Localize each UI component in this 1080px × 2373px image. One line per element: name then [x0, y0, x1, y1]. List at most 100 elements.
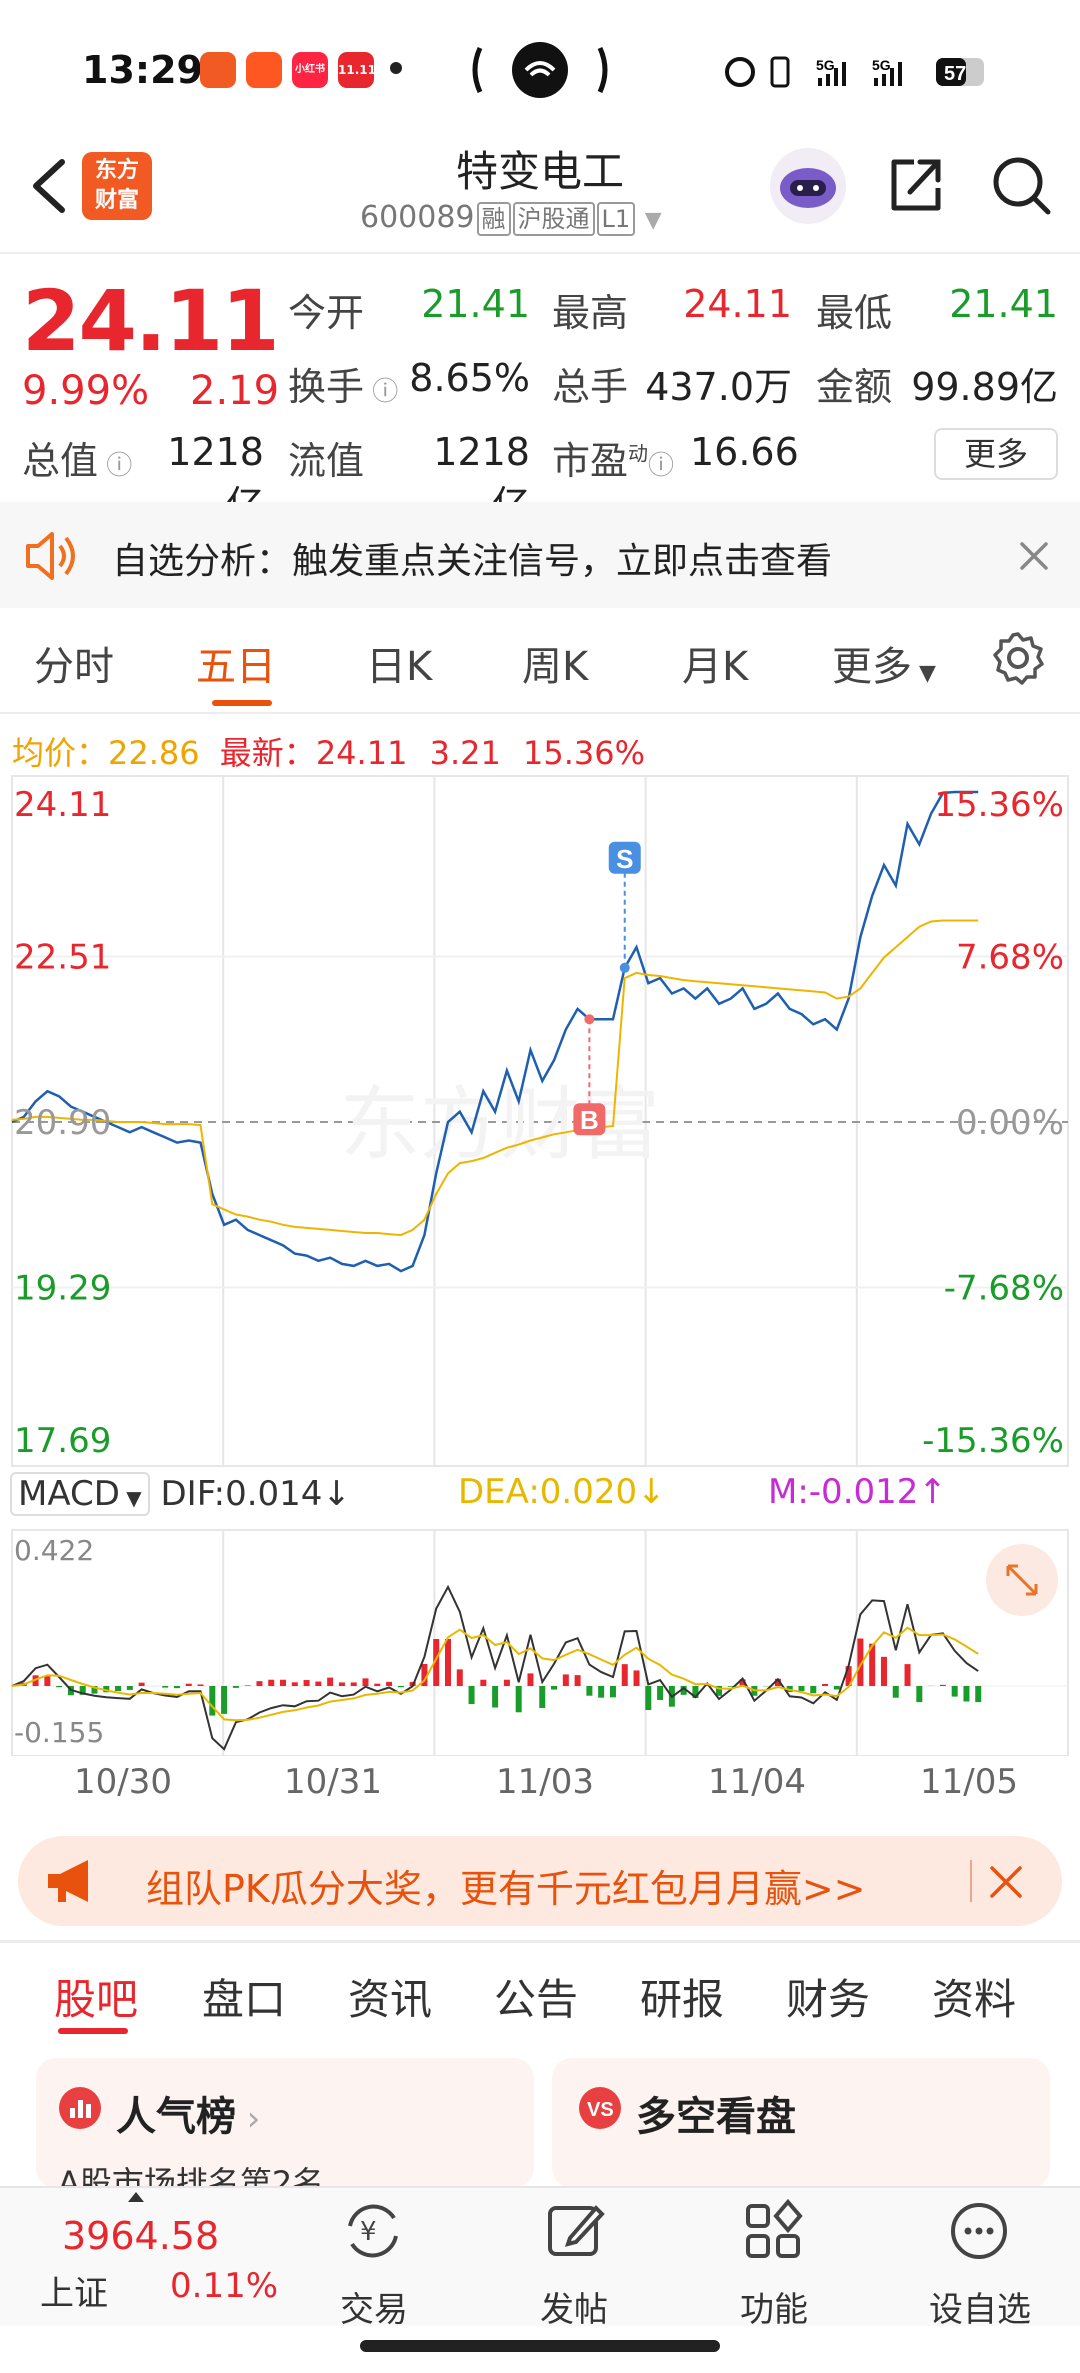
marker-point: [584, 1014, 595, 1025]
date-label: 11/04: [708, 1762, 806, 1802]
tab-profile[interactable]: 资料: [932, 1966, 1016, 2027]
macd-frame: [11, 1529, 1069, 1756]
macd-header: MACD ▼ DIF:0.014↓: [10, 1472, 351, 1516]
change-percent: 9.99%: [22, 368, 150, 414]
tab-weekly-k[interactable]: 周K: [522, 634, 588, 692]
macd-histogram-bar: [916, 1686, 923, 1703]
post-icon[interactable]: [540, 2196, 610, 2266]
macd-selector[interactable]: MACD ▼: [10, 1472, 150, 1516]
assistant-avatar[interactable]: [770, 148, 846, 224]
y-tick-label-left: 17.69: [14, 1421, 111, 1461]
hotspot-indicator-icon: [472, 42, 608, 98]
macd-max-label: 0.422: [14, 1534, 94, 1567]
nav-trade[interactable]: 交易: [314, 2282, 434, 2331]
five-day-price-chart[interactable]: 东方财富 24.11 15.36%22.51 7.68%20.90 0.00%19.2…: [0, 772, 1080, 1472]
tab-five-day[interactable]: 五日: [196, 634, 276, 692]
current-price: 24.11: [22, 272, 280, 370]
macd-histogram-bar: [503, 1679, 510, 1686]
tab-more[interactable]: 更多 ▼: [832, 634, 936, 692]
market-cap-label: 总值 ⓘ: [22, 439, 133, 483]
float-cap-label: 流值: [288, 439, 365, 483]
notification-dot: [390, 62, 402, 74]
turnover-label: 换手 ⓘ: [288, 365, 399, 409]
low-value: 21.41: [949, 282, 1058, 326]
alert-text[interactable]: 自选分析：触发重点关注信号，立即点击查看: [112, 532, 832, 584]
macd-histogram-bar: [492, 1686, 499, 1708]
nav-functions[interactable]: 功能: [714, 2282, 834, 2331]
macd-histogram-bar: [315, 1681, 322, 1686]
macd-histogram-bar: [822, 1683, 829, 1686]
nav-post[interactable]: 发帖: [514, 2282, 634, 2331]
latest-label: 最新：: [219, 734, 316, 772]
promo-close-icon[interactable]: [986, 1862, 1026, 1902]
svg-text:VS: VS: [587, 2099, 614, 2121]
close-icon[interactable]: [1014, 536, 1054, 576]
nav-add-watchlist[interactable]: 设自选: [920, 2282, 1040, 2331]
section-divider: [0, 1940, 1080, 1943]
settings-gear-icon[interactable]: [990, 630, 1046, 686]
stock-code-line[interactable]: 600089 融沪股通 L1 ▼: [360, 200, 720, 236]
trade-icon[interactable]: ¥: [338, 2196, 408, 2266]
macd-histogram-bar: [539, 1686, 546, 1708]
macd-histogram-bar: [904, 1664, 911, 1686]
macd-histogram-bar: [303, 1680, 310, 1686]
tab-daily-k[interactable]: 日K: [366, 634, 432, 692]
search-icon[interactable]: [986, 150, 1056, 220]
macd-histogram-bar: [173, 1686, 180, 1689]
macd-histogram-bar: [480, 1679, 487, 1686]
macd-histogram-bar: [232, 1686, 239, 1688]
macd-histogram-bar: [633, 1670, 640, 1686]
dropdown-icon: ▼: [644, 208, 662, 233]
tab-monthly-k[interactable]: 月K: [682, 634, 748, 692]
svg-text:57: 57: [944, 63, 966, 85]
marker-label: B: [580, 1105, 599, 1135]
more-quote-button[interactable]: 更多: [934, 428, 1058, 480]
macd-histogram-bar: [386, 1681, 393, 1686]
share-icon[interactable]: [880, 150, 950, 220]
promo-text[interactable]: 组队PK瓜分大奖，更有千元红包月月赢>>: [146, 1858, 866, 1913]
latest-change: 3.21: [429, 734, 501, 772]
index-up-arrow-icon: [128, 2192, 144, 2202]
marker-label: S: [616, 844, 633, 874]
macd-histogram-bar: [562, 1674, 569, 1686]
add-watchlist-icon[interactable]: [944, 2196, 1014, 2266]
tab-announcements[interactable]: 公告: [494, 1966, 578, 2027]
bottom-tab-underline: [58, 2028, 128, 2034]
macd-histogram-bar: [115, 1686, 122, 1692]
macd-min-label: -0.155: [14, 1716, 104, 1749]
avg-value: 22.86: [108, 734, 200, 772]
tab-forum[interactable]: 股吧: [54, 1966, 138, 2027]
y-tick-label-left: 20.90: [14, 1103, 111, 1143]
macd-histogram-bar: [810, 1686, 817, 1694]
macd-histogram-bar: [327, 1677, 334, 1686]
status-time: 13:29: [82, 48, 203, 92]
tab-news[interactable]: 资讯: [348, 1966, 432, 2027]
stock-name: 特变电工: [455, 147, 624, 196]
tab-intraday[interactable]: 分时: [34, 634, 114, 692]
macd-dea: DEA:0.020↓: [458, 1472, 666, 1512]
macd-histogram-bar: [975, 1686, 982, 1703]
macd-histogram-bar: [574, 1675, 581, 1686]
functions-icon[interactable]: [738, 2196, 808, 2266]
bull-bear-card[interactable]: [552, 2058, 1050, 2188]
macd-chart[interactable]: 0.422 -0.155: [0, 1526, 1080, 1756]
status-bar: 13:29 小红书 11.11 5G 5G 57: [0, 0, 1080, 140]
date-label: 10/30: [74, 1762, 172, 1802]
macd-histogram-bar: [892, 1686, 899, 1698]
date-label: 10/31: [284, 1762, 382, 1802]
logo-line-2: 财富: [94, 188, 139, 213]
amount-label: 金额: [816, 365, 893, 409]
change-amount: 2.19: [190, 368, 280, 414]
index-value[interactable]: 3964.58: [62, 2214, 219, 2258]
tab-finance[interactable]: 财务: [786, 1966, 870, 2027]
macd-m: M:-0.012↑: [768, 1472, 947, 1512]
tab-research[interactable]: 研报: [640, 1966, 724, 2027]
macd-histogram-bar: [221, 1686, 228, 1714]
tab-order-book[interactable]: 盘口: [202, 1966, 286, 2027]
robot-icon: [780, 168, 836, 208]
index-change[interactable]: 0.11%: [170, 2266, 278, 2306]
macd-histogram-bar: [291, 1682, 298, 1686]
back-icon[interactable]: [22, 150, 82, 220]
macd-histogram-bar: [350, 1682, 357, 1686]
index-name[interactable]: 上证: [40, 2266, 108, 2315]
